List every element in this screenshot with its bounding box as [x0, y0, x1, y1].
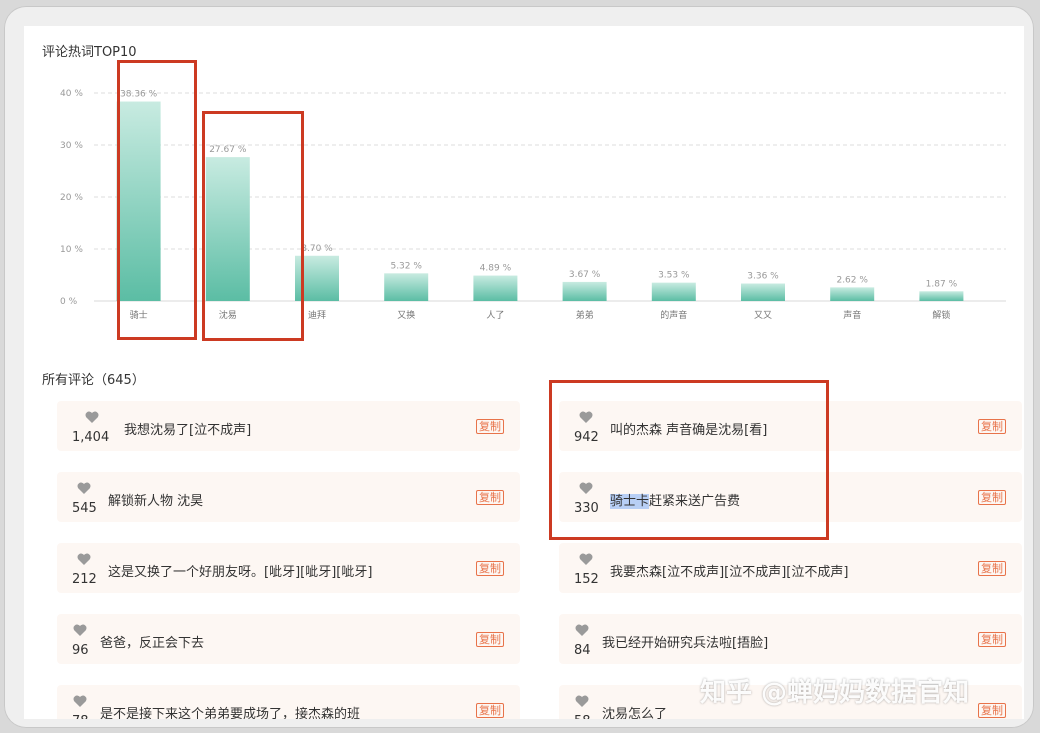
like-count: 78: [72, 714, 89, 719]
annotation-box-comments: [549, 380, 829, 540]
copy-button[interactable]: 复制: [476, 561, 504, 576]
comments-title: 所有评论（645）: [42, 373, 145, 388]
category-label: 人了: [486, 310, 504, 321]
bar-value-label: 2.62 %: [836, 275, 868, 285]
heart-icon[interactable]: [73, 621, 87, 636]
y-tick-label: 30 %: [60, 141, 83, 151]
copy-button[interactable]: 复制: [978, 561, 1006, 576]
y-tick-label: 20 %: [60, 193, 83, 203]
comment-text: 是不是接下来这个弟弟要成场了，接杰森的班: [100, 707, 361, 719]
comment-card: 152 我要杰森[泣不成声][泣不成声][泣不成声] 复制: [559, 543, 1022, 593]
heart-icon[interactable]: [575, 692, 589, 707]
y-tick-label: 0 %: [60, 297, 78, 307]
bar-6[interactable]: [651, 282, 696, 301]
like-count: 152: [574, 572, 599, 587]
category-label: 声音: [843, 309, 861, 321]
bar-value-label: 3.36 %: [747, 272, 779, 282]
y-tick-label: 10 %: [60, 245, 83, 255]
like-count: 1,404: [72, 430, 110, 445]
bar-3[interactable]: [384, 273, 429, 301]
bar-value-label: 3.67 %: [569, 270, 601, 280]
y-tick-label: 40 %: [60, 89, 83, 99]
copy-button[interactable]: 复制: [476, 632, 504, 647]
comment-card: 84 我已经开始研究兵法啦[捂脸] 复制: [559, 614, 1022, 664]
bar-value-label: 5.32 %: [390, 261, 422, 271]
watermark: 知乎 @蝉妈妈数据官知: [700, 678, 970, 708]
comment-text: 沈易怎么了: [602, 707, 668, 719]
bar-value-label: 8.70 %: [301, 244, 333, 254]
copy-button[interactable]: 复制: [978, 632, 1006, 647]
bar-7[interactable]: [741, 283, 785, 301]
bar-value-label: 4.89 %: [480, 264, 512, 274]
category-label: 解锁: [932, 309, 950, 321]
copy-button[interactable]: 复制: [476, 419, 504, 434]
window-frame: 评论热词TOP10 0 % 10 % 20 % 30 % 40 % 38.36 % 骑士 2…: [4, 6, 1034, 728]
copy-button[interactable]: 复制: [476, 703, 504, 718]
comment-text: 我要杰森[泣不成声][泣不成声][泣不成声]: [610, 565, 849, 580]
heart-icon[interactable]: [77, 550, 91, 565]
heart-icon[interactable]: [85, 408, 99, 423]
heart-icon[interactable]: [579, 550, 593, 565]
comment-text: 我已经开始研究兵法啦[捂脸]: [602, 636, 769, 651]
copy-button[interactable]: 复制: [476, 490, 504, 505]
copy-button[interactable]: 复制: [978, 419, 1006, 434]
heart-icon[interactable]: [73, 692, 87, 707]
bar-4[interactable]: [473, 275, 518, 301]
annotation-box-shenyi: [202, 111, 304, 341]
comment-card: 1,404 我想沈易了[泣不成声] 复制: [57, 401, 520, 451]
bar-8[interactable]: [830, 287, 875, 301]
bar-value-label: 3.53 %: [658, 271, 690, 281]
comment-text: 解锁新人物 沈昊: [108, 494, 204, 509]
category-label: 又换: [397, 309, 415, 321]
comment-card: 212 这是又换了一个好朋友呀。[呲牙][呲牙][呲牙] 复制: [57, 543, 520, 593]
like-count: 58: [574, 714, 591, 719]
category-label: 又又: [754, 310, 772, 321]
bar-9[interactable]: [919, 291, 964, 301]
category-label: 迪拜: [308, 309, 326, 321]
category-label: 弟弟: [576, 309, 594, 321]
comment-card: 545 解锁新人物 沈昊 复制: [57, 472, 520, 522]
heart-icon[interactable]: [575, 621, 589, 636]
like-count: 96: [72, 643, 89, 658]
copy-button[interactable]: 复制: [978, 490, 1006, 505]
comment-card: 96 爸爸，反正会下去 复制: [57, 614, 520, 664]
copy-button[interactable]: 复制: [978, 703, 1006, 718]
like-count: 212: [72, 572, 97, 587]
like-count: 84: [574, 643, 591, 658]
category-label: 的声音: [660, 309, 687, 321]
comment-text: 我想沈易了[泣不成声]: [124, 423, 252, 438]
comment-card: 78 是不是接下来这个弟弟要成场了，接杰森的班 复制: [57, 685, 520, 719]
bar-value-label: 1.87 %: [926, 279, 958, 289]
like-count: 545: [72, 501, 97, 516]
comment-text: 爸爸，反正会下去: [100, 636, 205, 651]
heart-icon[interactable]: [77, 479, 91, 494]
comment-text: 这是又换了一个好朋友呀。[呲牙][呲牙][呲牙]: [108, 565, 373, 580]
annotation-box-knight: [117, 60, 197, 340]
bar-5[interactable]: [562, 281, 607, 301]
